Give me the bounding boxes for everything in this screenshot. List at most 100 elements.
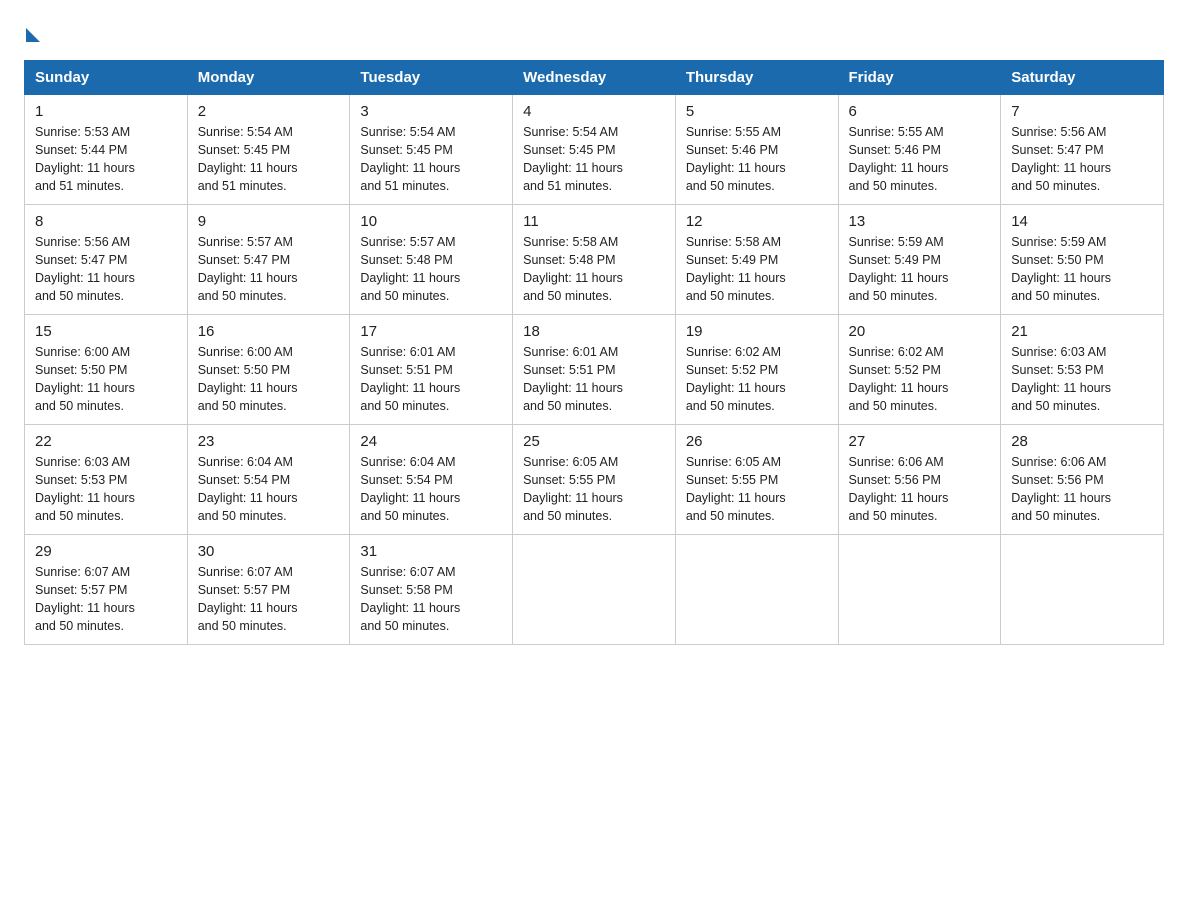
header-friday: Friday (838, 61, 1001, 95)
calendar-cell: 24 Sunrise: 6:04 AMSunset: 5:54 PMDaylig… (350, 425, 513, 535)
day-info: Sunrise: 5:58 AMSunset: 5:49 PMDaylight:… (686, 235, 786, 303)
day-number: 26 (686, 433, 828, 450)
week-row-5: 29 Sunrise: 6:07 AMSunset: 5:57 PMDaylig… (25, 535, 1164, 645)
day-info: Sunrise: 5:56 AMSunset: 5:47 PMDaylight:… (1011, 125, 1111, 193)
calendar-cell: 12 Sunrise: 5:58 AMSunset: 5:49 PMDaylig… (675, 205, 838, 315)
calendar-cell: 13 Sunrise: 5:59 AMSunset: 5:49 PMDaylig… (838, 205, 1001, 315)
day-number: 11 (523, 213, 665, 230)
calendar-cell: 2 Sunrise: 5:54 AMSunset: 5:45 PMDayligh… (187, 95, 350, 205)
calendar-cell: 18 Sunrise: 6:01 AMSunset: 5:51 PMDaylig… (513, 315, 676, 425)
day-info: Sunrise: 6:00 AMSunset: 5:50 PMDaylight:… (35, 345, 135, 413)
day-number: 16 (198, 323, 340, 340)
header-sunday: Sunday (25, 61, 188, 95)
calendar-cell (513, 535, 676, 645)
calendar-cell: 1 Sunrise: 5:53 AMSunset: 5:44 PMDayligh… (25, 95, 188, 205)
day-number: 18 (523, 323, 665, 340)
calendar-cell: 11 Sunrise: 5:58 AMSunset: 5:48 PMDaylig… (513, 205, 676, 315)
calendar-cell (838, 535, 1001, 645)
day-info: Sunrise: 6:05 AMSunset: 5:55 PMDaylight:… (686, 455, 786, 523)
calendar-cell (675, 535, 838, 645)
page-header (24, 24, 1164, 40)
day-info: Sunrise: 6:06 AMSunset: 5:56 PMDaylight:… (849, 455, 949, 523)
day-number: 27 (849, 433, 991, 450)
week-row-1: 1 Sunrise: 5:53 AMSunset: 5:44 PMDayligh… (25, 95, 1164, 205)
day-number: 29 (35, 543, 177, 560)
calendar-cell: 7 Sunrise: 5:56 AMSunset: 5:47 PMDayligh… (1001, 95, 1164, 205)
day-number: 28 (1011, 433, 1153, 450)
calendar-cell: 10 Sunrise: 5:57 AMSunset: 5:48 PMDaylig… (350, 205, 513, 315)
calendar-cell: 29 Sunrise: 6:07 AMSunset: 5:57 PMDaylig… (25, 535, 188, 645)
day-info: Sunrise: 5:59 AMSunset: 5:49 PMDaylight:… (849, 235, 949, 303)
day-info: Sunrise: 5:54 AMSunset: 5:45 PMDaylight:… (360, 125, 460, 193)
day-info: Sunrise: 6:03 AMSunset: 5:53 PMDaylight:… (1011, 345, 1111, 413)
week-row-3: 15 Sunrise: 6:00 AMSunset: 5:50 PMDaylig… (25, 315, 1164, 425)
calendar-cell: 22 Sunrise: 6:03 AMSunset: 5:53 PMDaylig… (25, 425, 188, 535)
day-number: 17 (360, 323, 502, 340)
week-row-4: 22 Sunrise: 6:03 AMSunset: 5:53 PMDaylig… (25, 425, 1164, 535)
calendar-cell: 27 Sunrise: 6:06 AMSunset: 5:56 PMDaylig… (838, 425, 1001, 535)
calendar-cell: 6 Sunrise: 5:55 AMSunset: 5:46 PMDayligh… (838, 95, 1001, 205)
day-number: 3 (360, 103, 502, 120)
day-info: Sunrise: 5:57 AMSunset: 5:48 PMDaylight:… (360, 235, 460, 303)
day-info: Sunrise: 5:54 AMSunset: 5:45 PMDaylight:… (198, 125, 298, 193)
week-row-2: 8 Sunrise: 5:56 AMSunset: 5:47 PMDayligh… (25, 205, 1164, 315)
weekday-header-row: SundayMondayTuesdayWednesdayThursdayFrid… (25, 61, 1164, 95)
day-info: Sunrise: 5:55 AMSunset: 5:46 PMDaylight:… (686, 125, 786, 193)
day-number: 2 (198, 103, 340, 120)
calendar-cell: 21 Sunrise: 6:03 AMSunset: 5:53 PMDaylig… (1001, 315, 1164, 425)
day-info: Sunrise: 6:03 AMSunset: 5:53 PMDaylight:… (35, 455, 135, 523)
day-number: 21 (1011, 323, 1153, 340)
logo-triangle-icon (26, 28, 40, 42)
calendar-cell: 5 Sunrise: 5:55 AMSunset: 5:46 PMDayligh… (675, 95, 838, 205)
day-info: Sunrise: 5:58 AMSunset: 5:48 PMDaylight:… (523, 235, 623, 303)
day-info: Sunrise: 6:01 AMSunset: 5:51 PMDaylight:… (360, 345, 460, 413)
calendar-cell: 8 Sunrise: 5:56 AMSunset: 5:47 PMDayligh… (25, 205, 188, 315)
calendar-cell: 9 Sunrise: 5:57 AMSunset: 5:47 PMDayligh… (187, 205, 350, 315)
calendar-cell: 31 Sunrise: 6:07 AMSunset: 5:58 PMDaylig… (350, 535, 513, 645)
day-number: 13 (849, 213, 991, 230)
calendar-cell: 28 Sunrise: 6:06 AMSunset: 5:56 PMDaylig… (1001, 425, 1164, 535)
day-number: 10 (360, 213, 502, 230)
day-info: Sunrise: 6:00 AMSunset: 5:50 PMDaylight:… (198, 345, 298, 413)
day-number: 5 (686, 103, 828, 120)
day-number: 24 (360, 433, 502, 450)
day-number: 14 (1011, 213, 1153, 230)
day-info: Sunrise: 5:57 AMSunset: 5:47 PMDaylight:… (198, 235, 298, 303)
day-number: 6 (849, 103, 991, 120)
header-tuesday: Tuesday (350, 61, 513, 95)
header-wednesday: Wednesday (513, 61, 676, 95)
day-number: 7 (1011, 103, 1153, 120)
calendar-cell (1001, 535, 1164, 645)
day-info: Sunrise: 6:01 AMSunset: 5:51 PMDaylight:… (523, 345, 623, 413)
calendar-cell: 25 Sunrise: 6:05 AMSunset: 5:55 PMDaylig… (513, 425, 676, 535)
logo (24, 24, 40, 40)
calendar-cell: 19 Sunrise: 6:02 AMSunset: 5:52 PMDaylig… (675, 315, 838, 425)
day-number: 23 (198, 433, 340, 450)
day-info: Sunrise: 5:59 AMSunset: 5:50 PMDaylight:… (1011, 235, 1111, 303)
day-info: Sunrise: 6:02 AMSunset: 5:52 PMDaylight:… (849, 345, 949, 413)
day-info: Sunrise: 5:53 AMSunset: 5:44 PMDaylight:… (35, 125, 135, 193)
day-number: 22 (35, 433, 177, 450)
day-info: Sunrise: 6:07 AMSunset: 5:58 PMDaylight:… (360, 565, 460, 633)
day-info: Sunrise: 6:02 AMSunset: 5:52 PMDaylight:… (686, 345, 786, 413)
day-info: Sunrise: 6:07 AMSunset: 5:57 PMDaylight:… (198, 565, 298, 633)
day-info: Sunrise: 6:06 AMSunset: 5:56 PMDaylight:… (1011, 455, 1111, 523)
day-info: Sunrise: 5:55 AMSunset: 5:46 PMDaylight:… (849, 125, 949, 193)
calendar-cell: 26 Sunrise: 6:05 AMSunset: 5:55 PMDaylig… (675, 425, 838, 535)
day-number: 9 (198, 213, 340, 230)
day-number: 31 (360, 543, 502, 560)
header-saturday: Saturday (1001, 61, 1164, 95)
day-info: Sunrise: 5:56 AMSunset: 5:47 PMDaylight:… (35, 235, 135, 303)
day-number: 19 (686, 323, 828, 340)
day-info: Sunrise: 6:04 AMSunset: 5:54 PMDaylight:… (360, 455, 460, 523)
day-info: Sunrise: 6:05 AMSunset: 5:55 PMDaylight:… (523, 455, 623, 523)
calendar-cell: 4 Sunrise: 5:54 AMSunset: 5:45 PMDayligh… (513, 95, 676, 205)
calendar-cell: 3 Sunrise: 5:54 AMSunset: 5:45 PMDayligh… (350, 95, 513, 205)
day-number: 8 (35, 213, 177, 230)
day-number: 20 (849, 323, 991, 340)
day-info: Sunrise: 5:54 AMSunset: 5:45 PMDaylight:… (523, 125, 623, 193)
calendar-cell: 16 Sunrise: 6:00 AMSunset: 5:50 PMDaylig… (187, 315, 350, 425)
day-info: Sunrise: 6:04 AMSunset: 5:54 PMDaylight:… (198, 455, 298, 523)
day-info: Sunrise: 6:07 AMSunset: 5:57 PMDaylight:… (35, 565, 135, 633)
header-monday: Monday (187, 61, 350, 95)
